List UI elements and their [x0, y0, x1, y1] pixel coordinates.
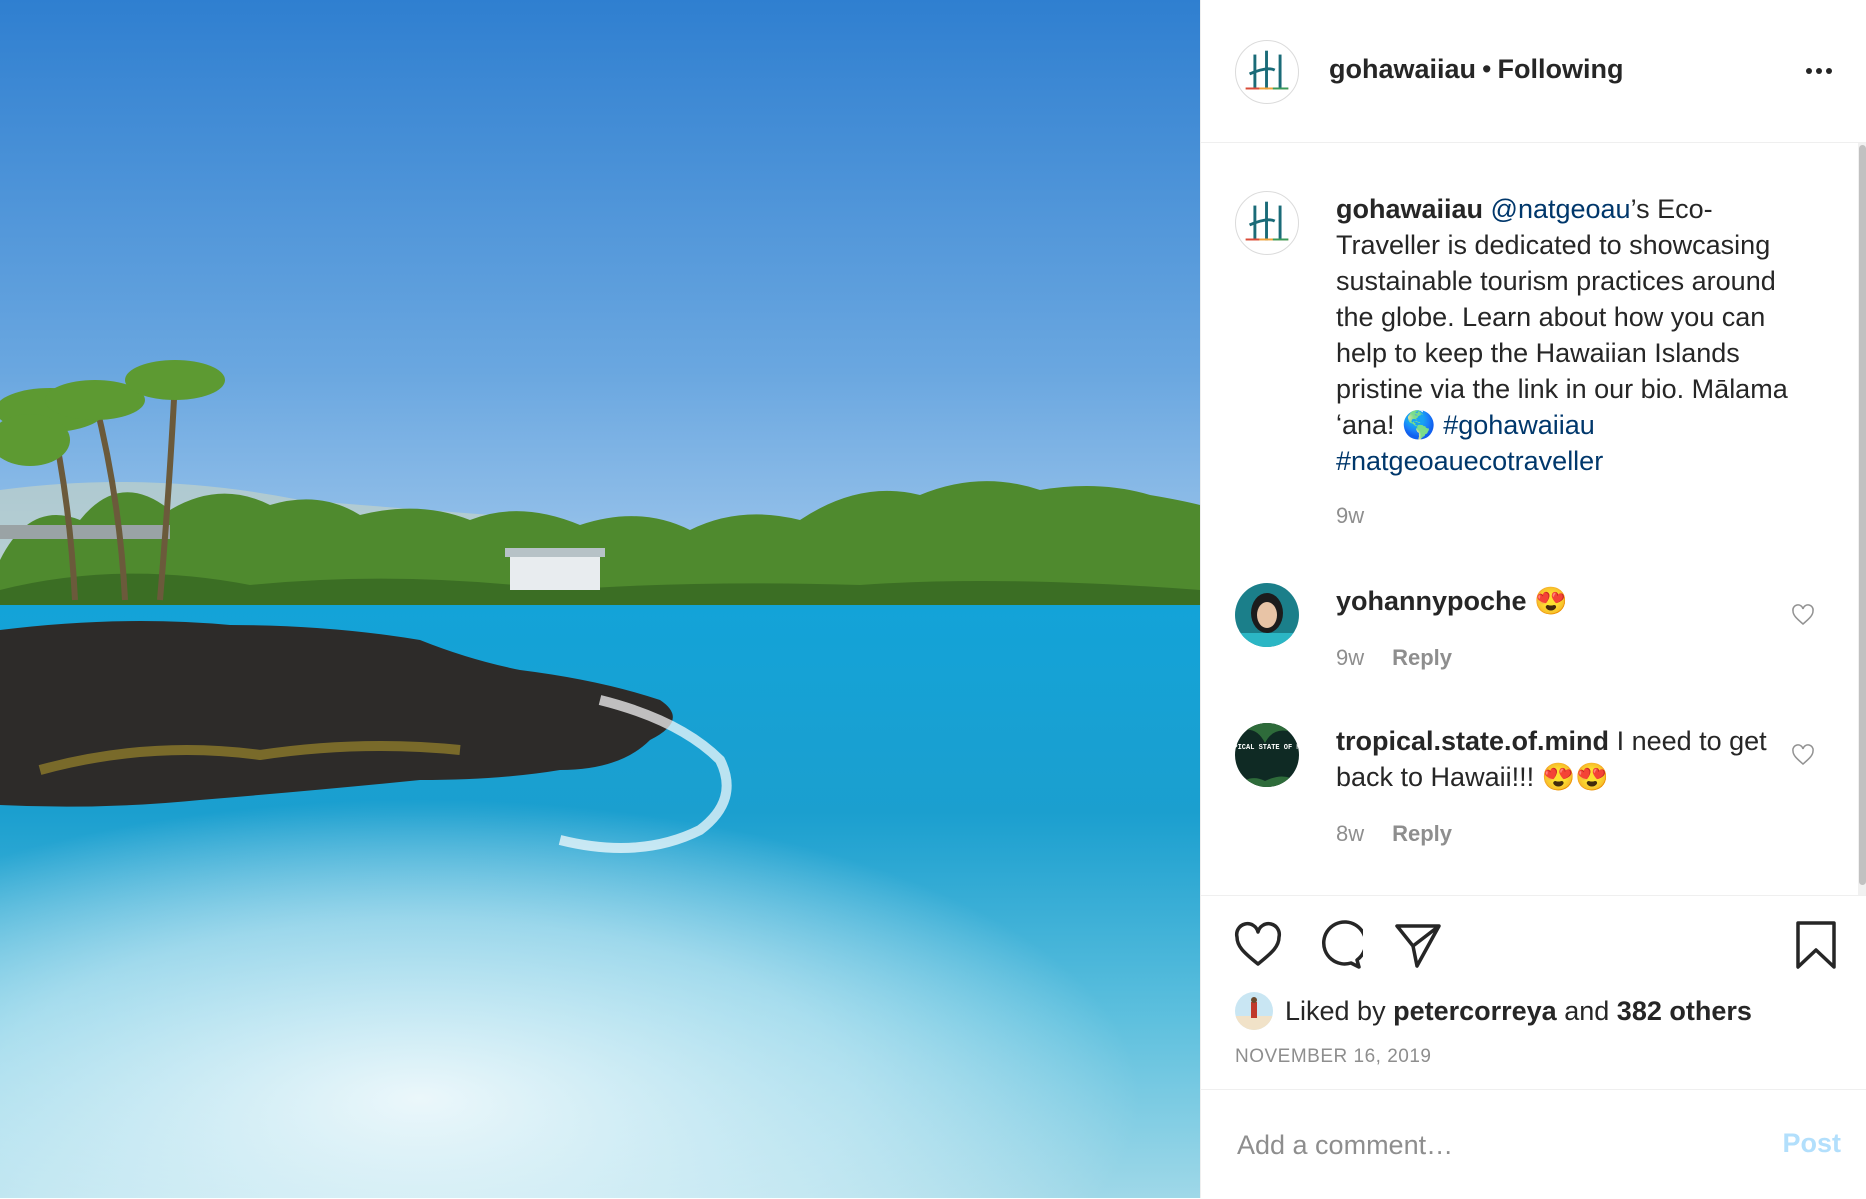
- hawaii-logo-icon: [1245, 201, 1289, 241]
- save-icon[interactable]: [1791, 920, 1841, 970]
- comment-time[interactable]: 8w: [1336, 821, 1364, 846]
- comment-meta: 9w Reply: [1336, 645, 1452, 671]
- add-comment-bar: Post: [1201, 1089, 1866, 1199]
- hashtag-natgeoauecotraveller[interactable]: #natgeoauecotraveller: [1336, 446, 1603, 476]
- post-actions: Liked by petercorreya and 382 others NOV…: [1201, 895, 1866, 1198]
- liked-by-conjunction: and: [1564, 995, 1610, 1026]
- caption-mention[interactable]: @natgeoau: [1491, 194, 1631, 224]
- caption-text: gohawaiiau @natgeoau’s Eco-Traveller is …: [1336, 191, 1796, 479]
- post-photo[interactable]: [0, 0, 1200, 1198]
- reply-button[interactable]: Reply: [1392, 821, 1452, 846]
- user-photo: [1235, 583, 1299, 647]
- user-photo: TROPICAL STATE OF MIND: [1235, 723, 1299, 787]
- comment-input[interactable]: [1235, 1114, 1739, 1176]
- petercorreya-avatar[interactable]: [1235, 992, 1273, 1030]
- comment-text: yohannypoche 😍: [1336, 583, 1796, 619]
- post-comment-button[interactable]: Post: [1782, 1128, 1841, 1159]
- comment-time[interactable]: 9w: [1336, 645, 1364, 670]
- share-icon[interactable]: [1393, 920, 1443, 970]
- heart-small-icon[interactable]: [1791, 603, 1815, 627]
- comment-meta: 8w Reply: [1336, 821, 1452, 847]
- hawaii-coast-image: [0, 0, 1200, 1198]
- liked-by-user[interactable]: petercorreya: [1393, 996, 1557, 1027]
- header-username[interactable]: gohawaiiau: [1329, 54, 1476, 84]
- tropical-state-of-mind-avatar[interactable]: TROPICAL STATE OF MIND: [1235, 723, 1299, 787]
- comment-username[interactable]: tropical.state.of.mind: [1336, 726, 1609, 756]
- user-photo: [1235, 992, 1273, 1030]
- comment-text: tropical.state.of.mind I need to get bac…: [1336, 723, 1796, 795]
- header-separator: •: [1482, 54, 1492, 84]
- comment-body: 😍: [1534, 586, 1568, 616]
- comments-section: gohawaiiau @natgeoau’s Eco-Traveller is …: [1201, 143, 1866, 895]
- yohannypoche-avatar[interactable]: [1235, 583, 1299, 647]
- post-header: gohawaiiau • Following: [1201, 0, 1866, 143]
- reply-button[interactable]: Reply: [1392, 645, 1452, 670]
- post-side-panel: gohawaiiau • Following gohawaiiau @natge…: [1200, 0, 1866, 1198]
- likes-summary: Liked by petercorreya and 382 others: [1235, 989, 1752, 1033]
- caption-meta: 9w: [1336, 503, 1364, 529]
- post-date[interactable]: NOVEMBER 16, 2019: [1235, 1046, 1431, 1068]
- heart-small-icon[interactable]: [1791, 743, 1815, 767]
- header-title: gohawaiiau • Following: [1329, 54, 1623, 85]
- comment-icon[interactable]: [1313, 920, 1363, 970]
- more-options-icon[interactable]: [1799, 56, 1839, 86]
- hawaii-logo-icon: [1245, 50, 1289, 90]
- caption-body: ’s Eco-Traveller is dedicated to showcas…: [1336, 194, 1788, 440]
- gohawaiiau-avatar[interactable]: [1235, 40, 1299, 104]
- caption-avatar[interactable]: [1235, 191, 1299, 255]
- instagram-post-modal: gohawaiiau • Following gohawaiiau @natge…: [0, 0, 1866, 1198]
- caption-time[interactable]: 9w: [1336, 503, 1364, 528]
- liked-by-others[interactable]: 382 others: [1617, 996, 1752, 1027]
- comment-username[interactable]: yohannypoche: [1336, 586, 1527, 616]
- comments-scrollbar[interactable]: [1858, 143, 1866, 895]
- caption-username[interactable]: gohawaiiau: [1336, 194, 1483, 224]
- avatar-label: TROPICAL STATE OF MIND: [1235, 744, 1299, 752]
- following-button[interactable]: Following: [1497, 54, 1623, 84]
- hashtag-gohawaiiau[interactable]: #gohawaiiau: [1443, 410, 1595, 440]
- like-icon[interactable]: [1233, 920, 1283, 970]
- liked-by-prefix: Liked by: [1285, 995, 1386, 1026]
